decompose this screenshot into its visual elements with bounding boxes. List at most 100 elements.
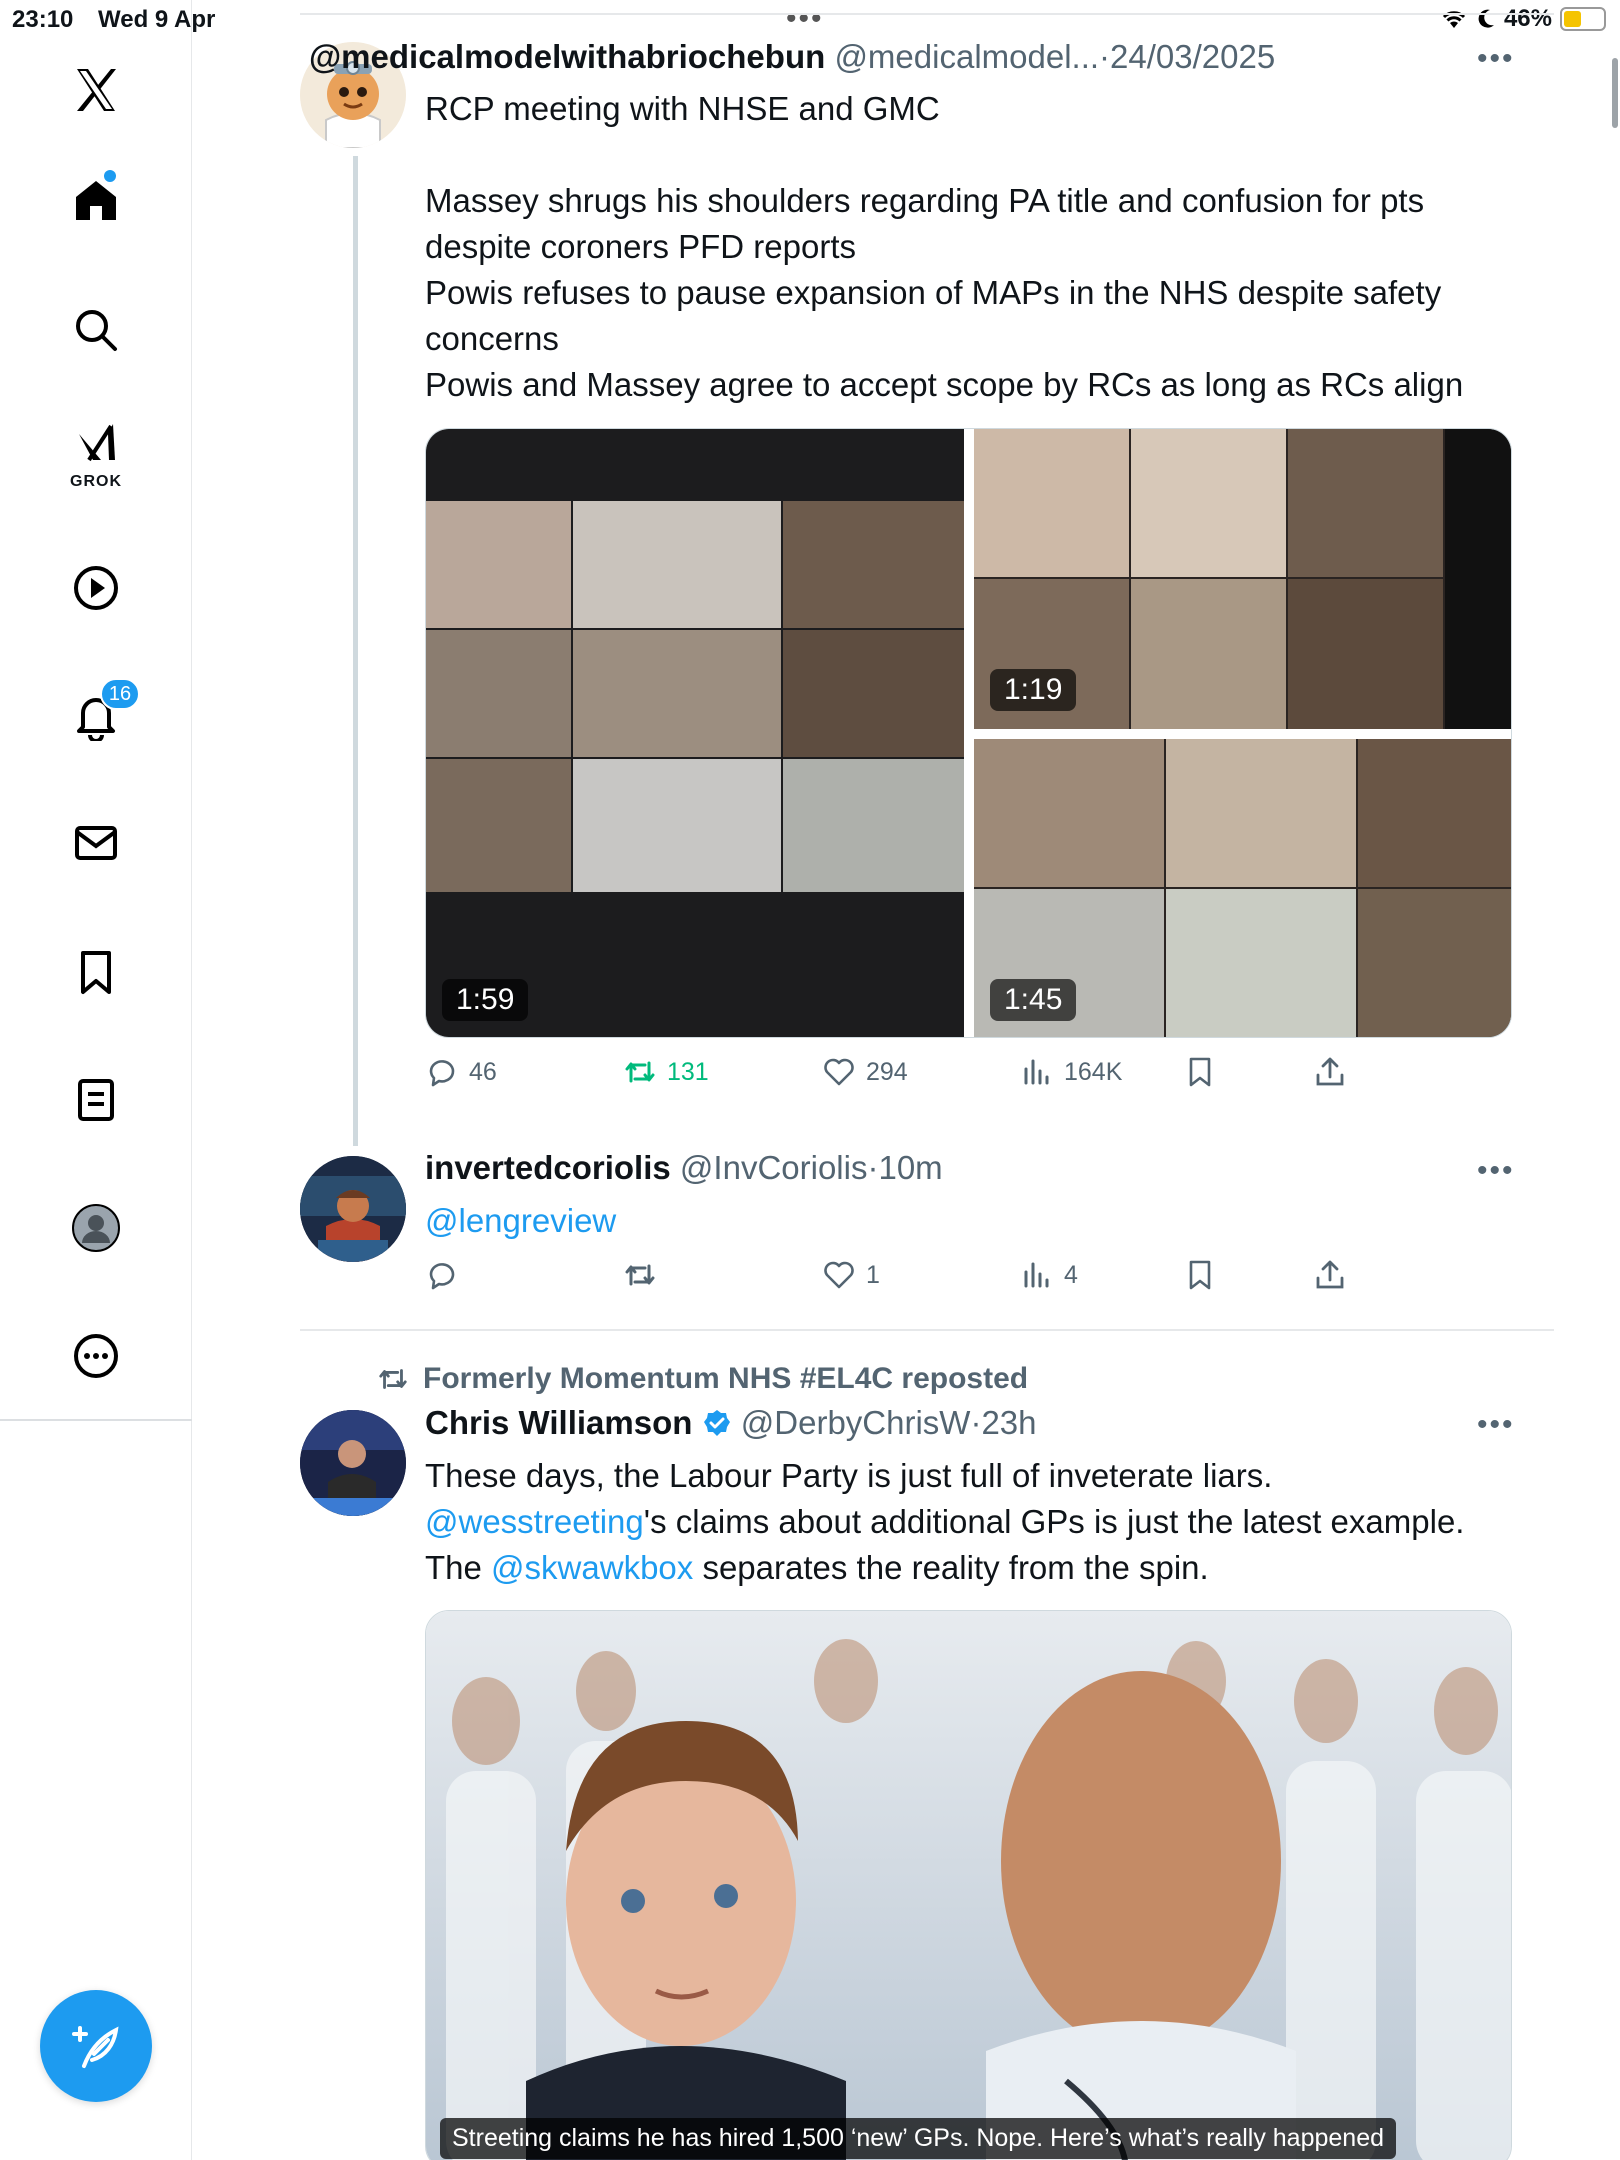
video-tile [974, 429, 1129, 577]
sidebar-item-messages[interactable] [56, 803, 136, 883]
sidebar-item-grok[interactable]: GROK [56, 415, 136, 495]
video-tile [573, 501, 781, 628]
post-line: @wesstreeting's claims about additional … [425, 1499, 1464, 1545]
sidebar-item-home[interactable] [56, 160, 136, 240]
post-actions: 1 4 [425, 1258, 1525, 1306]
post-line: RCP meeting with NHSE and GMC [425, 90, 940, 127]
author-name[interactable]: Chris Williamson [425, 1404, 692, 1442]
author-handle[interactable]: @medicalmodel... [834, 38, 1099, 76]
video-tile [1358, 739, 1511, 887]
repost-icon [625, 1264, 655, 1286]
mention-link[interactable]: @lengreview [425, 1202, 616, 1239]
thread-connector [353, 156, 358, 1146]
post-time[interactable]: 23h [981, 1404, 1036, 1442]
timeline: @medicalmodelwithabriochebun @medicalmod… [192, 0, 1620, 2160]
repost-context-label: Formerly Momentum NHS #EL4C reposted [423, 1362, 1029, 1395]
participant-strip [1445, 429, 1511, 729]
avatar[interactable] [300, 1156, 406, 1262]
home-icon [76, 181, 116, 220]
sidebar-divider [0, 1419, 192, 1421]
reply-button[interactable]: 46 [425, 1055, 497, 1089]
bookmark-icon [1189, 1057, 1211, 1087]
more-circle-icon [74, 1334, 118, 1378]
sidebar-item-profile[interactable] [56, 1188, 136, 1268]
timeline-top-divider [300, 13, 1554, 15]
sidebar-item-search[interactable] [56, 290, 136, 370]
bookmark-button[interactable] [1183, 1055, 1217, 1089]
author-handle[interactable]: @DerbyChrisW [741, 1404, 971, 1442]
article-photo [426, 1611, 1511, 2160]
grok-icon [79, 424, 115, 462]
views-button[interactable]: 4 [1020, 1258, 1078, 1292]
link-card-image[interactable]: Streeting claims he has hired 1,500 ‘new… [425, 1610, 1512, 2160]
link-card-caption: Streeting claims he has hired 1,500 ‘new… [440, 2118, 1397, 2159]
author-name[interactable]: @medicalmodelwithabriochebun [309, 38, 825, 76]
like-count: 294 [866, 1057, 908, 1086]
share-button[interactable] [1313, 1258, 1347, 1292]
sidebar-item-lists[interactable] [56, 1060, 136, 1140]
mention-link[interactable]: @skwawkbox [491, 1549, 693, 1586]
avatar[interactable] [300, 1410, 406, 1516]
video-tile [783, 759, 964, 892]
repost-context[interactable]: Formerly Momentum NHS #EL4C reposted [377, 1362, 1028, 1396]
share-icon [1316, 1057, 1344, 1086]
verified-badge-icon [703, 1410, 730, 1436]
post-text: RCP meeting with NHSE and GMC Massey shr… [425, 86, 1463, 408]
grok-label: GROK [70, 473, 122, 490]
video-player[interactable]: 1:59 [426, 429, 964, 1037]
post-line: despite coroners PFD reports [425, 228, 857, 265]
video-tile [1358, 889, 1511, 1037]
analytics-icon [1024, 1262, 1049, 1288]
post-more-icon[interactable]: ••• [1477, 1408, 1515, 1442]
reply-count: 46 [469, 1057, 497, 1086]
video-player[interactable]: 1:45 [974, 739, 1511, 1037]
repost-button[interactable]: 131 [623, 1055, 709, 1089]
sidebar-item-bookmarks[interactable] [56, 932, 136, 1012]
like-button[interactable]: 1 [822, 1258, 880, 1292]
video-tile [1166, 739, 1356, 887]
post-line: These days, the Labour Party is just ful… [425, 1457, 1273, 1494]
repost-button[interactable] [623, 1258, 667, 1292]
sidebar-item-more[interactable] [56, 1316, 136, 1396]
share-icon [1316, 1260, 1344, 1289]
post-line: Powis and Massey agree to accept scope b… [425, 366, 1464, 403]
post-text: @lengreview [425, 1198, 616, 1244]
x-logo-icon[interactable] [56, 50, 136, 130]
like-button[interactable]: 294 [822, 1055, 908, 1089]
post-more-icon[interactable]: ••• [1477, 42, 1515, 76]
post-line: Massey shrugs his shoulders regarding PA… [425, 182, 1425, 219]
repost-icon [625, 1061, 655, 1083]
mention-link[interactable]: @wesstreeting [425, 1503, 644, 1540]
video-tile [573, 759, 781, 892]
heart-icon [824, 1261, 854, 1289]
post-time[interactable]: 24/03/2025 [1110, 38, 1275, 76]
mail-icon [75, 826, 117, 860]
sidebar-item-notifications[interactable]: 16 [56, 676, 140, 756]
view-count: 164K [1064, 1057, 1123, 1086]
meta-separator: · [970, 1404, 982, 1441]
bookmark-icon [81, 951, 111, 994]
post-more-icon[interactable]: ••• [1477, 1154, 1515, 1188]
post-time[interactable]: 10m [878, 1149, 942, 1187]
compose-post-button[interactable] [40, 1990, 152, 2102]
views-button[interactable]: 164K [1020, 1055, 1122, 1089]
post-header: Chris Williamson @DerbyChrisW · 23h [425, 1404, 1037, 1442]
reply-icon [429, 1060, 455, 1087]
share-button[interactable] [1313, 1055, 1347, 1089]
meta-separator: · [1099, 38, 1111, 75]
profile-avatar-icon [72, 1204, 120, 1252]
post-actions: 46 131 294 164K [425, 1055, 1525, 1103]
video-player[interactable]: 1:19 [974, 429, 1511, 729]
author-name[interactable]: invertedcoriolis [425, 1149, 671, 1187]
heart-icon [824, 1058, 854, 1086]
cartoon-figure-avatar [300, 1156, 406, 1262]
scrollbar-thumb[interactable] [1612, 58, 1618, 128]
reply-button[interactable] [425, 1258, 469, 1292]
sidebar-item-video[interactable] [56, 548, 136, 628]
bookmark-button[interactable] [1183, 1258, 1217, 1292]
video-tile [426, 630, 571, 757]
video-tile [974, 739, 1164, 887]
author-handle[interactable]: @InvCoriolis [680, 1149, 868, 1187]
video-tile [1288, 579, 1443, 729]
video-duration: 1:59 [442, 979, 529, 1021]
